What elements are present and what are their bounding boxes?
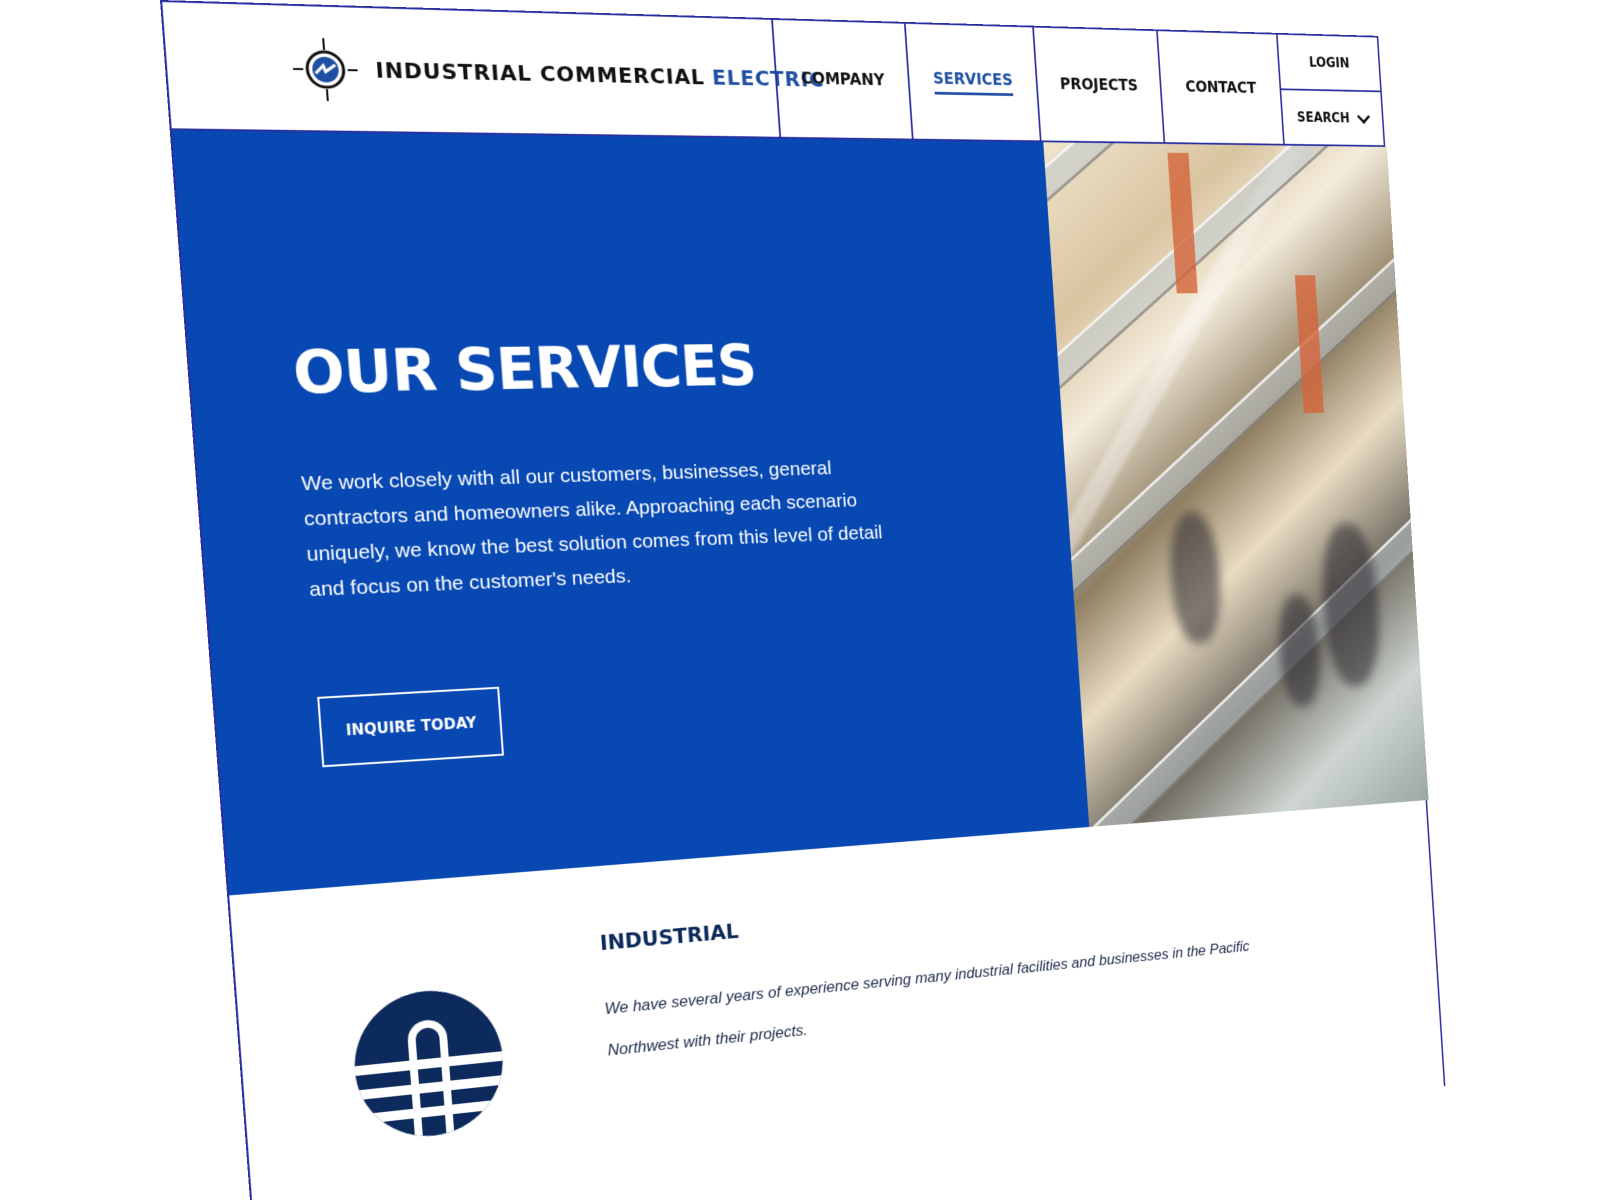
compass-logo-icon bbox=[291, 37, 360, 101]
industrial-service-icon bbox=[349, 984, 508, 1144]
orange-accent bbox=[1294, 275, 1324, 414]
nav-item-label: SERVICES bbox=[932, 69, 1014, 96]
hero-panel: OUR SERVICES We work closely with all ou… bbox=[171, 130, 1090, 896]
brand-name: INDUSTRIAL COMMERCIAL ELECTRIC bbox=[375, 58, 825, 91]
website-page: INDUSTRIAL COMMERCIAL ELECTRIC COMPANY SE… bbox=[160, 0, 1446, 1200]
utility-menu: LOGIN SEARCH bbox=[1276, 34, 1384, 146]
nav-item-contact[interactable]: CONTACT bbox=[1156, 31, 1284, 144]
hero-description: We work closely with all our customers, … bbox=[300, 457, 884, 602]
nav-item-label: CONTACT bbox=[1184, 78, 1257, 98]
nav-item-services[interactable]: SERVICES bbox=[903, 23, 1040, 141]
brand-name-main: INDUSTRIAL COMMERCIAL bbox=[374, 58, 706, 90]
escalator-photo bbox=[1043, 142, 1429, 827]
nav-item-projects[interactable]: PROJECTS bbox=[1032, 27, 1164, 143]
brand-logo[interactable]: INDUSTRIAL COMMERCIAL ELECTRIC bbox=[291, 37, 827, 109]
hero-title: OUR SERVICES bbox=[290, 333, 759, 408]
chevron-down-icon bbox=[1356, 109, 1370, 124]
nav-item-company[interactable]: COMPANY bbox=[771, 19, 912, 139]
main-nav: COMPANY SERVICES PROJECTS CONTACT LOGIN … bbox=[771, 19, 1384, 146]
search-label: SEARCH bbox=[1296, 109, 1351, 126]
inquire-today-button[interactable]: INQUIRE TODAY bbox=[317, 686, 505, 768]
nav-item-label: COMPANY bbox=[800, 69, 886, 90]
hero-section: OUR SERVICES We work closely with all ou… bbox=[171, 130, 1429, 896]
blurred-person bbox=[1318, 522, 1384, 688]
login-button[interactable]: LOGIN bbox=[1278, 35, 1381, 91]
screenshot-stage: INDUSTRIAL COMMERCIAL ELECTRIC COMPANY SE… bbox=[0, 0, 1600, 1200]
search-dropdown[interactable]: SEARCH bbox=[1281, 88, 1384, 146]
login-label: LOGIN bbox=[1308, 54, 1350, 72]
nav-item-label: PROJECTS bbox=[1059, 75, 1139, 96]
blurred-person bbox=[1166, 511, 1224, 645]
icon-arch bbox=[406, 1018, 455, 1144]
site-header: INDUSTRIAL COMMERCIAL ELECTRIC COMPANY SE… bbox=[162, 2, 1384, 147]
industrial-description: We have several years of experience serv… bbox=[604, 937, 1250, 1060]
